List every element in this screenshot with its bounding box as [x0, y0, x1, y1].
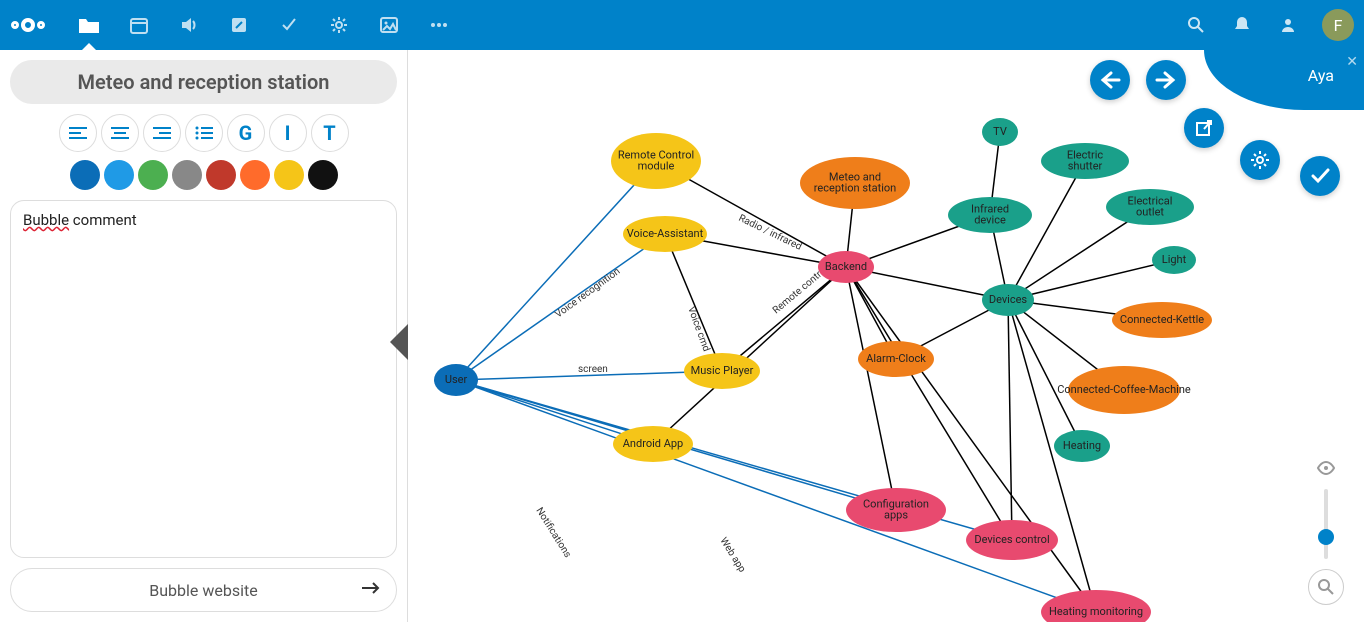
edge-label: Voice cmd: [685, 305, 711, 353]
canvas-search-button[interactable]: [1308, 569, 1344, 605]
tool-letter: I: [285, 121, 291, 145]
app-nav: [64, 0, 464, 50]
tool-t-button[interactable]: T: [311, 114, 349, 152]
node-user[interactable]: User: [434, 364, 478, 396]
files-icon[interactable]: [64, 0, 114, 50]
edge-android-backend: [653, 267, 846, 444]
tool-i-button[interactable]: I: [269, 114, 307, 152]
bubble-comment-editor[interactable]: Bubble comment: [10, 200, 397, 558]
website-label: Bubble website: [149, 581, 257, 600]
notes-icon[interactable]: [214, 0, 264, 50]
edge-label: Voice recognition: [553, 266, 622, 320]
node-devices[interactable]: Devices: [982, 284, 1034, 316]
edge-label: Radio / infrared: [737, 212, 804, 253]
more-apps-icon[interactable]: [414, 0, 464, 50]
edge-label: Notifications: [533, 505, 573, 560]
gallery-icon[interactable]: [364, 0, 414, 50]
collapse-panel-handle[interactable]: [390, 324, 408, 360]
color-swatch-2[interactable]: [138, 160, 168, 190]
edge-devices-heating: [1008, 300, 1082, 446]
visibility-icon[interactable]: [1316, 460, 1336, 479]
tool-letter: G: [239, 121, 253, 145]
edge-label: screen: [578, 364, 608, 375]
topbar: F: [0, 0, 1364, 50]
tool-letter: T: [323, 121, 335, 145]
contacts-icon[interactable]: [1268, 5, 1308, 45]
color-swatch-1[interactable]: [104, 160, 134, 190]
color-swatch-5[interactable]: [240, 160, 270, 190]
node-meteo[interactable]: Meteo andreception station: [800, 157, 910, 209]
bubble-title[interactable]: Meteo and reception station: [10, 60, 397, 104]
edge-devices-devctl: [1008, 300, 1012, 540]
node-coffee[interactable]: Connected-Coffee-Machine: [1057, 366, 1191, 414]
align-left-icon[interactable]: [59, 114, 97, 152]
tool-g-button[interactable]: G: [227, 114, 265, 152]
edge-label: Web app: [717, 536, 747, 575]
color-swatch-7[interactable]: [308, 160, 338, 190]
avatar-initial: F: [1334, 16, 1343, 35]
nextcloud-logo[interactable]: [10, 18, 46, 32]
node-kettle[interactable]: Connected-Kettle: [1112, 302, 1212, 338]
node-devctl[interactable]: Devices control: [966, 520, 1058, 560]
settings-button[interactable]: [1240, 140, 1280, 180]
node-outlet[interactable]: Electricaloutlet: [1106, 189, 1194, 225]
map-name-label: Aya: [1308, 66, 1334, 85]
map-name-text: Aya: [1308, 66, 1334, 85]
edge-voice-music: [665, 234, 722, 371]
confirm-button[interactable]: [1300, 156, 1340, 196]
notifications-icon[interactable]: [1222, 5, 1262, 45]
left-panel: Meteo and reception station G I T Bubble…: [0, 50, 408, 622]
node-heatmon[interactable]: Heating monitoring: [1041, 590, 1151, 622]
comment-word-1: Bubble: [23, 211, 69, 229]
arrow-right-icon: [360, 580, 382, 600]
node-shutter[interactable]: Electricshutter: [1041, 143, 1129, 179]
node-heating[interactable]: Heating: [1054, 430, 1110, 462]
node-infrared[interactable]: Infrareddevice: [948, 197, 1032, 233]
bubble-website-button[interactable]: Bubble website: [10, 568, 397, 612]
zoom-tools: [1308, 460, 1344, 605]
calendar-icon[interactable]: [114, 0, 164, 50]
edge-devices-light: [1008, 260, 1174, 300]
align-right-icon[interactable]: [143, 114, 181, 152]
color-swatch-3[interactable]: [172, 160, 202, 190]
audio-icon[interactable]: [164, 0, 214, 50]
node-tv[interactable]: TV: [982, 118, 1018, 146]
node-config[interactable]: Configurationapps: [846, 488, 946, 532]
settings-app-icon[interactable]: [314, 0, 364, 50]
color-swatch-4[interactable]: [206, 160, 236, 190]
search-icon[interactable]: [1176, 5, 1216, 45]
topbar-right: F: [1176, 5, 1354, 45]
tasks-icon[interactable]: [264, 0, 314, 50]
nav-forward-button[interactable]: [1146, 60, 1186, 100]
user-avatar[interactable]: F: [1322, 9, 1354, 41]
format-tools: G I T: [10, 114, 397, 152]
bubble-title-text: Meteo and reception station: [78, 70, 330, 94]
zoom-slider-thumb[interactable]: [1318, 529, 1334, 545]
close-icon[interactable]: ✕: [1346, 54, 1358, 70]
node-light[interactable]: Light: [1152, 246, 1196, 274]
edge-user-remote: [456, 161, 656, 380]
node-remote[interactable]: Remote Controlmodule: [611, 133, 701, 189]
comment-word-2: comment: [69, 211, 137, 229]
nav-back-button[interactable]: [1090, 60, 1130, 100]
edge-user-heatmon: [456, 380, 1096, 612]
node-backend[interactable]: Backend: [818, 251, 874, 283]
align-center-icon[interactable]: [101, 114, 139, 152]
edge-backend-config: [846, 267, 896, 510]
node-android[interactable]: Android App: [613, 426, 693, 462]
zoom-slider[interactable]: [1324, 489, 1328, 559]
node-voice[interactable]: Voice-Assistant: [623, 216, 707, 252]
color-palette: [10, 160, 397, 190]
node-alarm[interactable]: Alarm-Clock: [858, 341, 934, 377]
edge-devices-shutter: [1008, 161, 1085, 300]
list-icon[interactable]: [185, 114, 223, 152]
color-swatch-0[interactable]: [70, 160, 100, 190]
color-swatch-6[interactable]: [274, 160, 304, 190]
share-button[interactable]: [1184, 108, 1224, 148]
node-music[interactable]: Music Player: [684, 353, 760, 389]
